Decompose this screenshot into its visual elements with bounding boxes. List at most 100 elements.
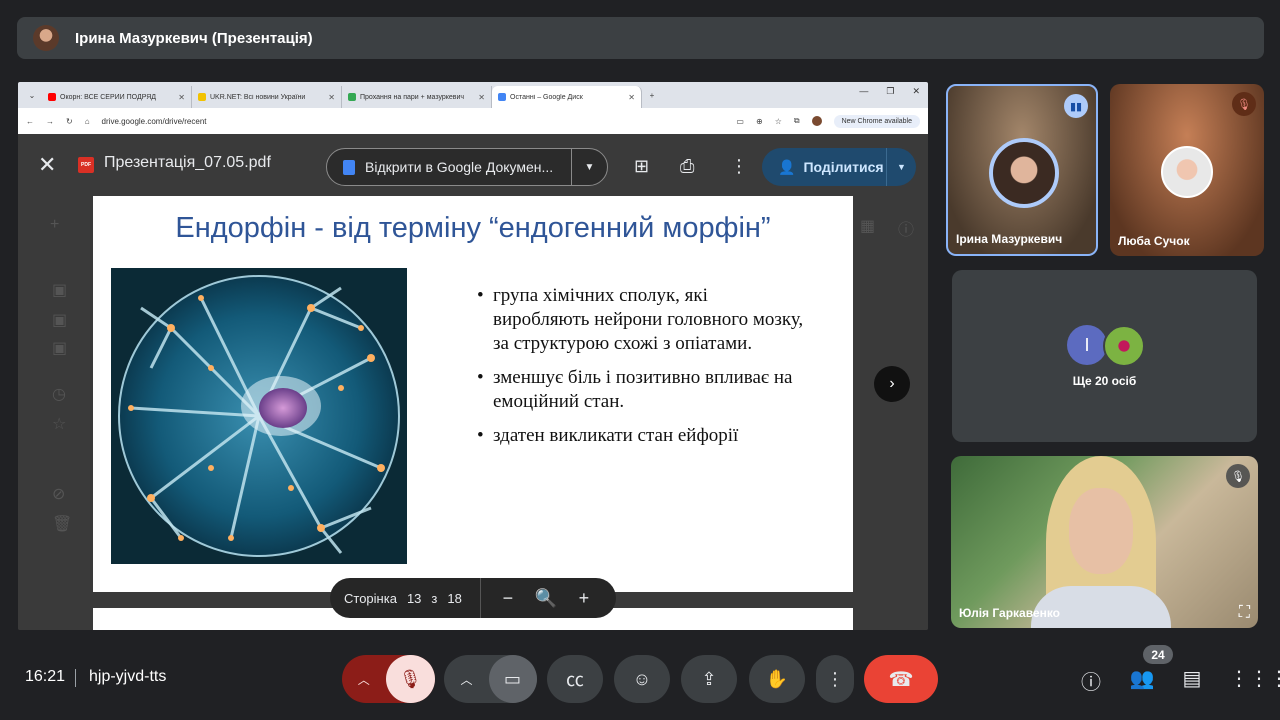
video-feed: [1069, 488, 1133, 574]
hang-up-icon: ☎: [888, 668, 914, 691]
browser-tab-1[interactable]: Окорн: ВСЕ СЕРИИ ПОДРЯД ✕: [42, 86, 192, 108]
drive-nav-icon: ☆: [52, 416, 67, 433]
avatar: [989, 138, 1059, 208]
activities-icon[interactable]: ⋮⋮⋮: [1229, 666, 1280, 691]
raise-hand-button[interactable]: ✋: [749, 655, 805, 703]
chat-icon[interactable]: ▤: [1178, 666, 1206, 691]
microphone-controls: ︿ 🎙: [342, 655, 435, 703]
drive-icon: [498, 93, 506, 101]
crop-icon[interactable]: ⛶: [1239, 604, 1250, 622]
hand-icon: ✋: [765, 668, 789, 689]
reactions-button[interactable]: ☺: [614, 655, 670, 703]
zoom-reset-icon[interactable]: 🔍: [527, 588, 565, 609]
captions-button[interactable]: ㏄: [547, 655, 603, 703]
minimize-icon[interactable]: —: [859, 86, 868, 97]
participant-tile-liuba[interactable]: 🎙 Люба Сучок: [1110, 84, 1264, 256]
zoom-out-icon[interactable]: −: [489, 588, 527, 609]
window-controls: — ❐ ✕: [859, 86, 920, 97]
slide-title: Ендорфін - від терміну “ендогенний морфі…: [175, 212, 771, 244]
camera-options-icon[interactable]: ︿: [445, 671, 489, 688]
more-vert-icon[interactable]: ⋮: [730, 156, 748, 177]
participant-name: Юлія Гаркавенко: [959, 606, 1061, 620]
leave-call-button[interactable]: ☎: [864, 655, 938, 703]
avatar: [1161, 146, 1213, 198]
page-current[interactable]: 13: [407, 591, 421, 606]
extensions-icon[interactable]: ⧉: [794, 116, 800, 126]
slide-bullets: група хімічних сполук, які виробляють не…: [477, 284, 807, 458]
zoom-icon[interactable]: ⊕: [756, 117, 763, 126]
more-participants-tile[interactable]: I Ще 20 осіб: [952, 270, 1257, 442]
pdf-icon: PDF: [78, 157, 94, 173]
reload-icon[interactable]: ↻: [66, 117, 73, 126]
url-field[interactable]: drive.google.com/drive/recent: [102, 117, 725, 126]
meeting-info-icon[interactable]: ⓘ: [1077, 666, 1105, 695]
tab-label: Окорн: ВСЕ СЕРИИ ПОДРЯД: [60, 93, 157, 101]
people-icon[interactable]: 👥: [1128, 666, 1156, 691]
tab-label: UKR.NET: Всі новини України: [210, 93, 306, 101]
present-button[interactable]: ⇪: [681, 655, 737, 703]
google-docs-icon: [343, 159, 355, 175]
add-comment-icon[interactable]: ⊞: [634, 156, 649, 177]
drive-nav-icon: 🗑: [52, 516, 73, 533]
next-page-button[interactable]: ›: [874, 366, 910, 402]
info-icon: ⓘ: [898, 222, 915, 239]
bullet-item: здатен викликати стан ейфорії: [477, 424, 807, 448]
drive-nav-icon: ▣: [52, 340, 68, 357]
forward-icon[interactable]: →: [46, 117, 54, 126]
divider: [75, 669, 76, 687]
profile-icon[interactable]: [811, 116, 822, 126]
open-in-docs-label: Відкрити в Google Докумен...: [365, 159, 554, 175]
share-button[interactable]: 👤 Поділитися ▼: [762, 148, 916, 186]
browser-tab-3[interactable]: Прохання на пари + мазуркевич ✕: [342, 86, 492, 108]
close-icon[interactable]: ✕: [178, 93, 185, 102]
close-icon[interactable]: ✕: [628, 93, 635, 102]
page-controls: Сторінка 13 з 18 − 🔍 +: [330, 578, 616, 618]
pdf-viewer: + ▣ ▣ ▣ ◷ ☆ ⊘ 🗑 ▦ ⓘ ✕ PDF Презентація_07…: [18, 134, 928, 630]
tab-search-icon[interactable]: ⌄: [22, 91, 42, 100]
close-window-icon[interactable]: ✕: [912, 86, 920, 97]
add-person-icon: 👤: [778, 158, 796, 175]
star-icon[interactable]: ☆: [775, 117, 782, 126]
participant-tile-yulia[interactable]: 🎙 Юлія Гаркавенко ⛶: [951, 456, 1258, 628]
browser-tab-4[interactable]: Останні – Google Диск ✕: [492, 86, 642, 108]
new-tab-icon[interactable]: +: [642, 91, 662, 100]
back-icon[interactable]: ←: [26, 117, 34, 126]
open-in-docs-button[interactable]: Відкрити в Google Докумен... ▼: [326, 148, 608, 186]
youtube-icon: [48, 93, 56, 101]
plus-icon: +: [50, 216, 60, 233]
classroom-icon: [348, 93, 356, 101]
new-chrome-button[interactable]: New Chrome available: [833, 114, 920, 128]
page-of: з: [431, 590, 438, 606]
tab-label: Останні – Google Диск: [510, 93, 583, 101]
share-dropdown-icon[interactable]: ▼: [886, 148, 916, 186]
cast-icon[interactable]: ▭: [736, 117, 744, 126]
zoom-in-icon[interactable]: +: [565, 588, 603, 609]
maximize-icon[interactable]: ❐: [886, 86, 894, 97]
presenter-title: Ірина Мазуркевич (Презентація): [75, 29, 313, 47]
camera-controls: ︿ ▭: [444, 655, 537, 703]
emoji-icon: ☺: [632, 668, 652, 689]
speaking-indicator-icon: ▮▮: [1064, 94, 1088, 118]
mic-options-icon[interactable]: ︿: [342, 671, 386, 688]
more-options-button[interactable]: ⋮: [816, 655, 854, 703]
drive-nav-icon: ⊘: [52, 486, 66, 503]
drive-nav-icon: ◷: [52, 386, 66, 403]
more-vert-icon: ⋮: [826, 668, 844, 689]
mic-off-icon: 🎙: [1226, 464, 1250, 488]
close-viewer-icon[interactable]: ✕: [38, 152, 56, 178]
chevron-down-icon[interactable]: ▼: [571, 148, 607, 186]
browser-tabstrip: ⌄ Окорн: ВСЕ СЕРИИ ПОДРЯД ✕ UKR.NET: Всі…: [18, 82, 928, 108]
presenter-bar: Ірина Мазуркевич (Презентація): [17, 17, 1264, 59]
avatar: [1103, 325, 1145, 367]
home-icon[interactable]: ⌂: [85, 117, 90, 126]
avatar: I: [1067, 325, 1107, 365]
mic-off-icon: 🎙: [1232, 92, 1256, 116]
ukrnet-icon: [198, 93, 206, 101]
mic-off-button[interactable]: 🎙: [385, 655, 435, 703]
camera-button[interactable]: ▭: [488, 655, 537, 703]
browser-tab-2[interactable]: UKR.NET: Всі новини України ✕: [192, 86, 342, 108]
close-icon[interactable]: ✕: [478, 93, 485, 102]
participant-tile-iryna[interactable]: ▮▮ Ірина Мазуркевич: [946, 84, 1098, 256]
close-icon[interactable]: ✕: [328, 93, 335, 102]
print-icon[interactable]: ⎙: [680, 156, 694, 177]
